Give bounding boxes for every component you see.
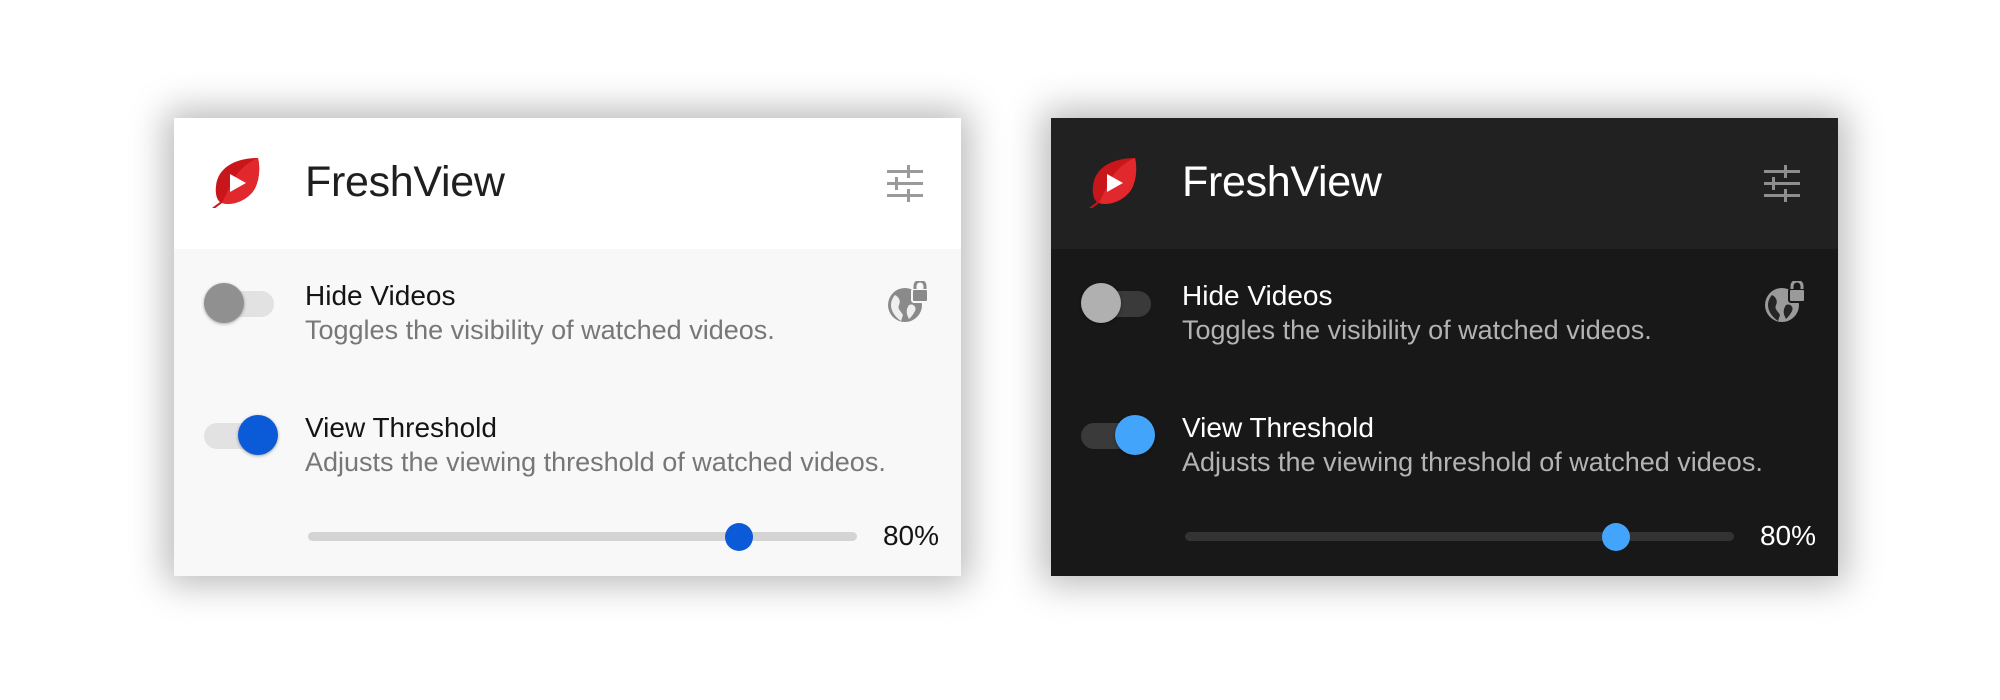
popup-body: Hide Videos Toggles the visibility of wa… xyxy=(174,249,961,576)
tune-settings-icon[interactable] xyxy=(1762,164,1802,204)
threshold-value: 80% xyxy=(882,520,939,551)
hide-videos-toggle[interactable] xyxy=(1081,279,1153,323)
popup-dark: FreshView Hide Videos Toggles the visibi… xyxy=(1051,118,1838,576)
threshold-slider-row: 80% xyxy=(174,517,961,557)
slider-track xyxy=(308,532,857,541)
toggle-knob xyxy=(1115,415,1155,455)
popup-header: FreshView xyxy=(1051,118,1838,249)
hide-videos-label: Hide Videos xyxy=(305,280,456,311)
hide-videos-toggle[interactable] xyxy=(204,279,276,323)
popup-header: FreshView xyxy=(174,118,961,249)
popup-body: Hide Videos Toggles the visibility of wa… xyxy=(1051,249,1838,576)
threshold-slider[interactable] xyxy=(308,517,857,557)
hide-videos-label: Hide Videos xyxy=(1182,280,1333,311)
threshold-slider-row: 80% xyxy=(1051,517,1838,557)
toggle-knob xyxy=(238,415,278,455)
threshold-slider[interactable] xyxy=(1185,517,1734,557)
globe-lock-icon[interactable] xyxy=(885,281,929,325)
threshold-value: 80% xyxy=(1759,520,1816,551)
app-title: FreshView xyxy=(1182,158,1382,206)
view-threshold-label: View Threshold xyxy=(305,412,497,443)
view-threshold-description: Adjusts the viewing threshold of watched… xyxy=(1182,447,1763,477)
view-threshold-label: View Threshold xyxy=(1182,412,1374,443)
toggle-knob xyxy=(204,283,244,323)
slider-track xyxy=(1185,532,1734,541)
view-threshold-description: Adjusts the viewing threshold of watched… xyxy=(305,447,886,477)
view-threshold-toggle[interactable] xyxy=(1081,411,1155,455)
globe-lock-icon[interactable] xyxy=(1762,281,1806,325)
slider-thumb[interactable] xyxy=(724,523,753,551)
hide-videos-description: Toggles the visibility of watched videos… xyxy=(1182,315,1652,345)
view-threshold-toggle[interactable] xyxy=(204,411,278,455)
leaf-play-logo xyxy=(212,158,260,208)
app-title: FreshView xyxy=(305,158,505,206)
popup-light: FreshView Hide Videos Toggles the visibi… xyxy=(174,118,961,576)
slider-thumb[interactable] xyxy=(1601,523,1630,551)
hide-videos-description: Toggles the visibility of watched videos… xyxy=(305,315,775,345)
tune-settings-icon[interactable] xyxy=(885,164,925,204)
leaf-play-logo xyxy=(1089,158,1137,208)
toggle-knob xyxy=(1081,283,1121,323)
